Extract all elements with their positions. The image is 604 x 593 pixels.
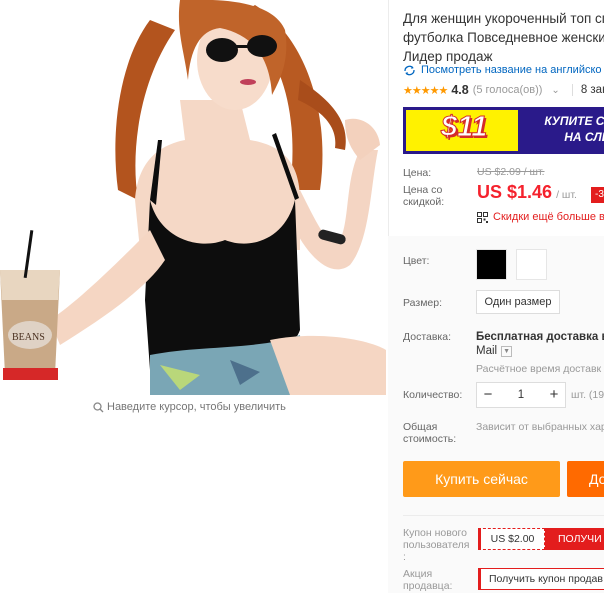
discount-price: US $1.46 / шт. bbox=[477, 182, 577, 203]
color-swatch-white[interactable] bbox=[516, 249, 547, 280]
new-user-coupon-label-line2: пользователя bbox=[403, 539, 470, 551]
seller-promo-label-line2: продавца: bbox=[403, 580, 453, 592]
new-user-coupon-value: US $2.00 bbox=[478, 528, 545, 550]
new-user-coupon-label: Купон нового пользователя : bbox=[403, 527, 470, 563]
orders-count: 8 зак bbox=[580, 84, 604, 96]
rating-divider bbox=[571, 84, 573, 96]
rating-value: 4.8 bbox=[451, 83, 469, 97]
coupon-separator bbox=[403, 515, 604, 516]
translate-link-text: Посмотреть название на английско bbox=[421, 64, 602, 76]
zoom-hint-text: Наведите курсор, чтобы увеличить bbox=[107, 401, 286, 413]
shipping-value: Бесплатная доставка в R bbox=[476, 331, 604, 343]
translate-icon bbox=[404, 65, 415, 75]
discount-price-unit: / шт. bbox=[556, 189, 577, 201]
more-discounts-link[interactable]: Скидки ещё больше в bbox=[477, 211, 604, 223]
magnifier-icon bbox=[93, 401, 104, 412]
new-user-coupon-label-line3: : bbox=[403, 551, 406, 563]
discount-badge: -3 bbox=[591, 187, 604, 203]
promo-banner-amount: $11 bbox=[440, 111, 488, 144]
quantity-input[interactable]: 1 bbox=[499, 389, 543, 401]
quantity-label: Количество: bbox=[403, 389, 463, 401]
qr-code-icon bbox=[477, 211, 488, 223]
rating-votes[interactable]: (5 голоса(ов)) bbox=[473, 84, 543, 96]
color-swatch-black[interactable] bbox=[476, 249, 507, 280]
discount-price-label: Цена со скидкой: bbox=[403, 184, 444, 208]
more-discounts-text: Скидки ещё больше в bbox=[493, 211, 604, 223]
seller-promo-label: Акция продавца: bbox=[403, 568, 452, 592]
product-title: Для женщин укороченный топ сп футболка П… bbox=[403, 9, 604, 66]
quantity-decrease-button[interactable]: − bbox=[477, 383, 499, 407]
discount-price-amount: US $1.46 bbox=[477, 182, 553, 202]
promo-banner-text: КУПИТЕ СЕЙЧ НА СЛЕ bbox=[527, 113, 604, 145]
quantity-increase-button[interactable]: + bbox=[543, 383, 565, 407]
shipping-method-text: Mail bbox=[476, 345, 498, 357]
discount-price-label-line2: скидкой: bbox=[403, 196, 445, 208]
new-user-coupon-label-line1: Купон нового bbox=[403, 527, 467, 539]
product-title-line1: Для женщин укороченный топ сп bbox=[403, 11, 604, 26]
buy-now-button[interactable]: Купить сейчас bbox=[403, 461, 560, 497]
discount-price-label-line1: Цена со bbox=[403, 184, 443, 196]
promo-banner[interactable]: $11 КУПИТЕ СЕЙЧ НА СЛЕ bbox=[403, 107, 604, 154]
product-info-panel: Для женщин укороченный топ сп футболка П… bbox=[388, 0, 604, 593]
product-photo-illustration: BEANS bbox=[0, 0, 386, 395]
get-new-user-coupon-button[interactable]: ПОЛУЧИ bbox=[545, 528, 604, 550]
promo-banner-text-line2: НА СЛЕ bbox=[564, 130, 604, 144]
shipping-label: Доставка: bbox=[403, 331, 452, 343]
add-to-cart-button[interactable]: До bbox=[567, 461, 604, 497]
seller-promo-label-line1: Акция bbox=[403, 568, 433, 580]
total-label-line1: Общая bbox=[403, 421, 438, 433]
color-label: Цвет: bbox=[403, 255, 430, 267]
chevron-down-icon: ▼ bbox=[501, 345, 513, 357]
quantity-stepper: − 1 + bbox=[476, 382, 566, 408]
total-label-line2: стоимость: bbox=[403, 433, 457, 445]
shipping-time: Расчётное время доставк bbox=[476, 363, 602, 375]
size-label: Размер: bbox=[403, 297, 443, 309]
get-seller-coupon-button[interactable]: Получить купон продав bbox=[478, 568, 604, 590]
quantity-available: шт. (19 bbox=[571, 389, 604, 401]
size-option-button[interactable]: Один размер bbox=[476, 290, 560, 314]
total-label: Общая стоимость: bbox=[403, 421, 456, 445]
product-main-image[interactable]: BEANS bbox=[0, 0, 386, 395]
total-value: Зависит от выбранных хар bbox=[476, 421, 604, 433]
product-title-line2: футболка Повседневное женский bbox=[403, 30, 604, 45]
star-rating-icon: ★★★★★ bbox=[403, 84, 448, 97]
cup-label: BEANS bbox=[12, 332, 45, 343]
zoom-hint: Наведите курсор, чтобы увеличить bbox=[93, 401, 286, 413]
shipping-method-select[interactable]: Mail ▼ bbox=[476, 345, 513, 357]
promo-banner-text-line1: КУПИТЕ СЕЙЧ bbox=[544, 114, 604, 128]
translate-title-link[interactable]: Посмотреть название на английско bbox=[403, 64, 602, 76]
rating-row: ★★★★★ 4.8 (5 голоса(ов)) ⌄ 8 зак bbox=[403, 83, 604, 97]
original-price: US $2.09 / шт. bbox=[477, 166, 545, 178]
price-label: Цена: bbox=[403, 167, 432, 179]
chevron-down-icon[interactable]: ⌄ bbox=[551, 85, 559, 96]
